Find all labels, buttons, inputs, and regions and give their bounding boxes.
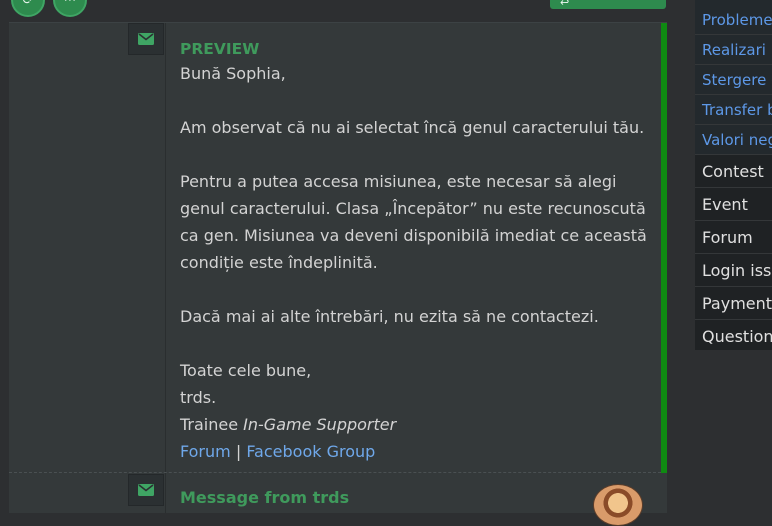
refresh-button[interactable]: ⟳ — [11, 0, 45, 17]
envelope-icon — [138, 484, 154, 496]
mail-icon-2 — [128, 474, 164, 506]
forum-link[interactable]: Forum — [180, 442, 231, 461]
signature-links: Forum | Facebook Group — [180, 438, 650, 465]
message-divider — [9, 472, 661, 473]
mail-icon — [128, 23, 164, 55]
sidebar-category-login-issues[interactable]: Login issu — [695, 253, 772, 286]
sidebar-link-realizari[interactable]: Realizari I — [695, 34, 772, 64]
reply-button[interactable]: ↩ — [550, 0, 666, 9]
message-body: PREVIEW Bună Sophia, Am observat că nu a… — [180, 38, 650, 465]
sidebar-link-stergere[interactable]: Stergere c — [695, 64, 772, 94]
share-icon: ⋯ — [63, 0, 77, 8]
sidebar: Probleme Realizari I Stergere c Transfer… — [695, 0, 772, 350]
paragraph-2: Pentru a putea accesa misiunea, este nec… — [180, 172, 647, 272]
message-gutter — [9, 23, 166, 513]
paragraph-1: Am observat că nu ai selectat încă genul… — [180, 118, 645, 137]
sidebar-category-contest[interactable]: Contest — [695, 154, 772, 187]
paragraph-3: Dacă mai ai alte întrebări, nu ezita să … — [180, 307, 599, 326]
signature-name: trds. — [180, 388, 217, 407]
sidebar-category-question[interactable]: Question — [695, 319, 772, 350]
sidebar-category-forum[interactable]: Forum — [695, 220, 772, 253]
role-prefix: Trainee — [180, 415, 239, 434]
status-bar — [661, 23, 667, 473]
envelope-icon — [138, 33, 154, 45]
sidebar-link-probleme[interactable]: Probleme — [695, 0, 772, 34]
sidebar-link-valori[interactable]: Valori neg — [695, 124, 772, 154]
role-title: In-Game Supporter — [243, 415, 397, 434]
avatar — [593, 484, 643, 526]
sidebar-category-payment[interactable]: Payment — [695, 286, 772, 319]
sidebar-link-transfer[interactable]: Transfer b — [695, 94, 772, 124]
message-title: PREVIEW — [180, 40, 260, 58]
share-button[interactable]: ⋯ — [53, 0, 87, 17]
signature-role: Trainee In-Game Supporter — [180, 411, 650, 438]
next-message-title: Message from trds — [180, 488, 350, 507]
closing: Toate cele bune, — [180, 361, 312, 380]
sidebar-category-event[interactable]: Event — [695, 187, 772, 220]
reply-icon: ↩ — [560, 0, 570, 9]
facebook-group-link[interactable]: Facebook Group — [246, 442, 375, 461]
refresh-icon: ⟳ — [22, 0, 34, 8]
link-separator: | — [235, 442, 242, 461]
greeting: Bună Sophia, — [180, 64, 286, 83]
